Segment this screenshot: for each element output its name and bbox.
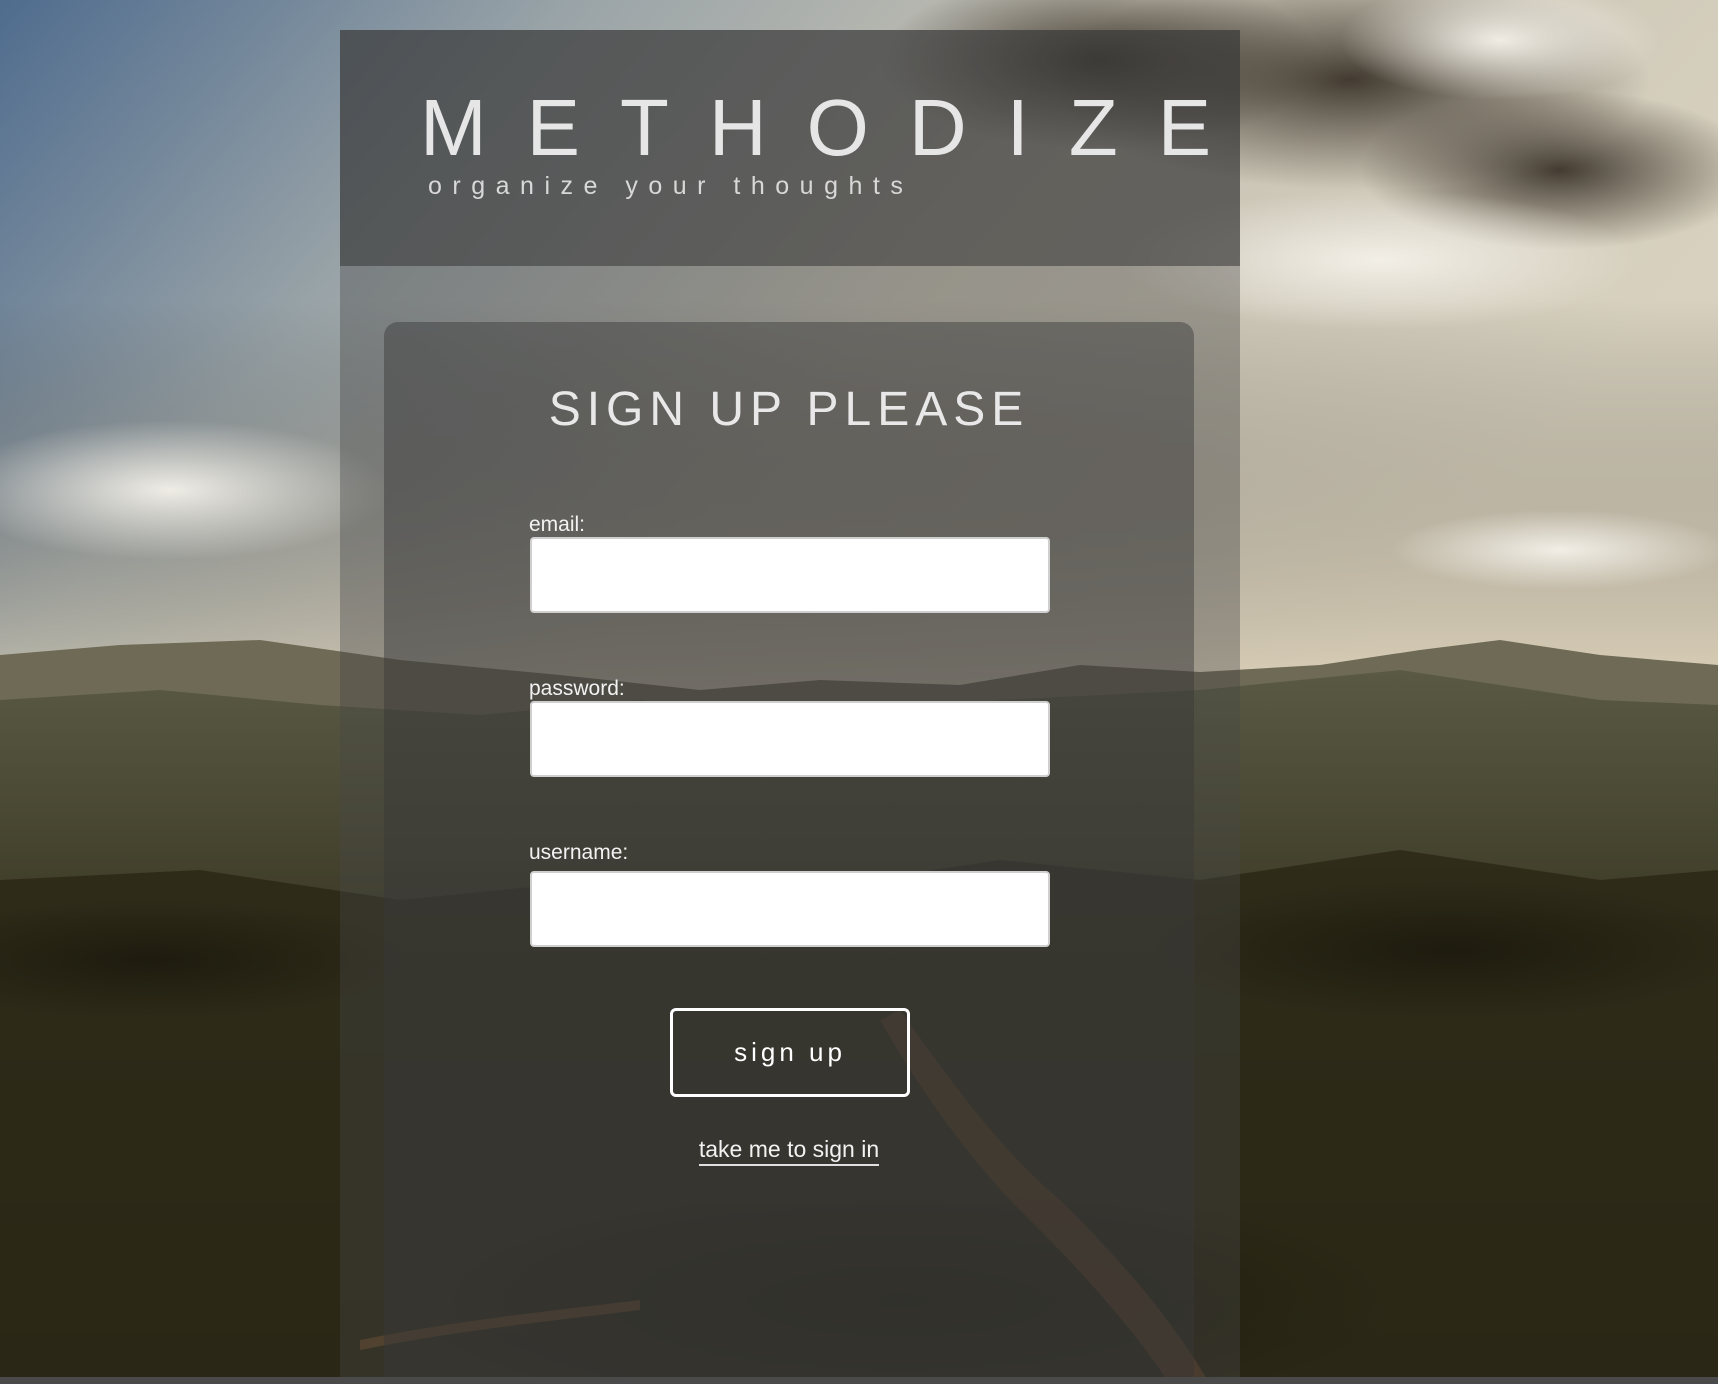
signin-link-container: take me to sign in [384,1136,1194,1166]
email-label: email: [529,513,586,536]
brand-logo: METHODIZE [420,83,1252,172]
signup-title: SIGN UP PLEASE [548,383,1030,436]
username-field[interactable] [530,871,1050,947]
signup-card [384,322,1194,1377]
email-field[interactable] [530,537,1050,613]
sign-in-link[interactable]: take me to sign in [698,1136,880,1166]
brand-tagline: organize your thoughts [428,172,914,200]
signup-page: METHODIZE organize your thoughts SIGN UP… [0,0,1718,1384]
password-field[interactable] [530,701,1050,777]
bottom-bar [0,1377,1718,1384]
sign-up-button[interactable]: sign up [670,1008,910,1097]
password-label: password: [529,677,625,700]
username-label: username: [529,841,629,864]
